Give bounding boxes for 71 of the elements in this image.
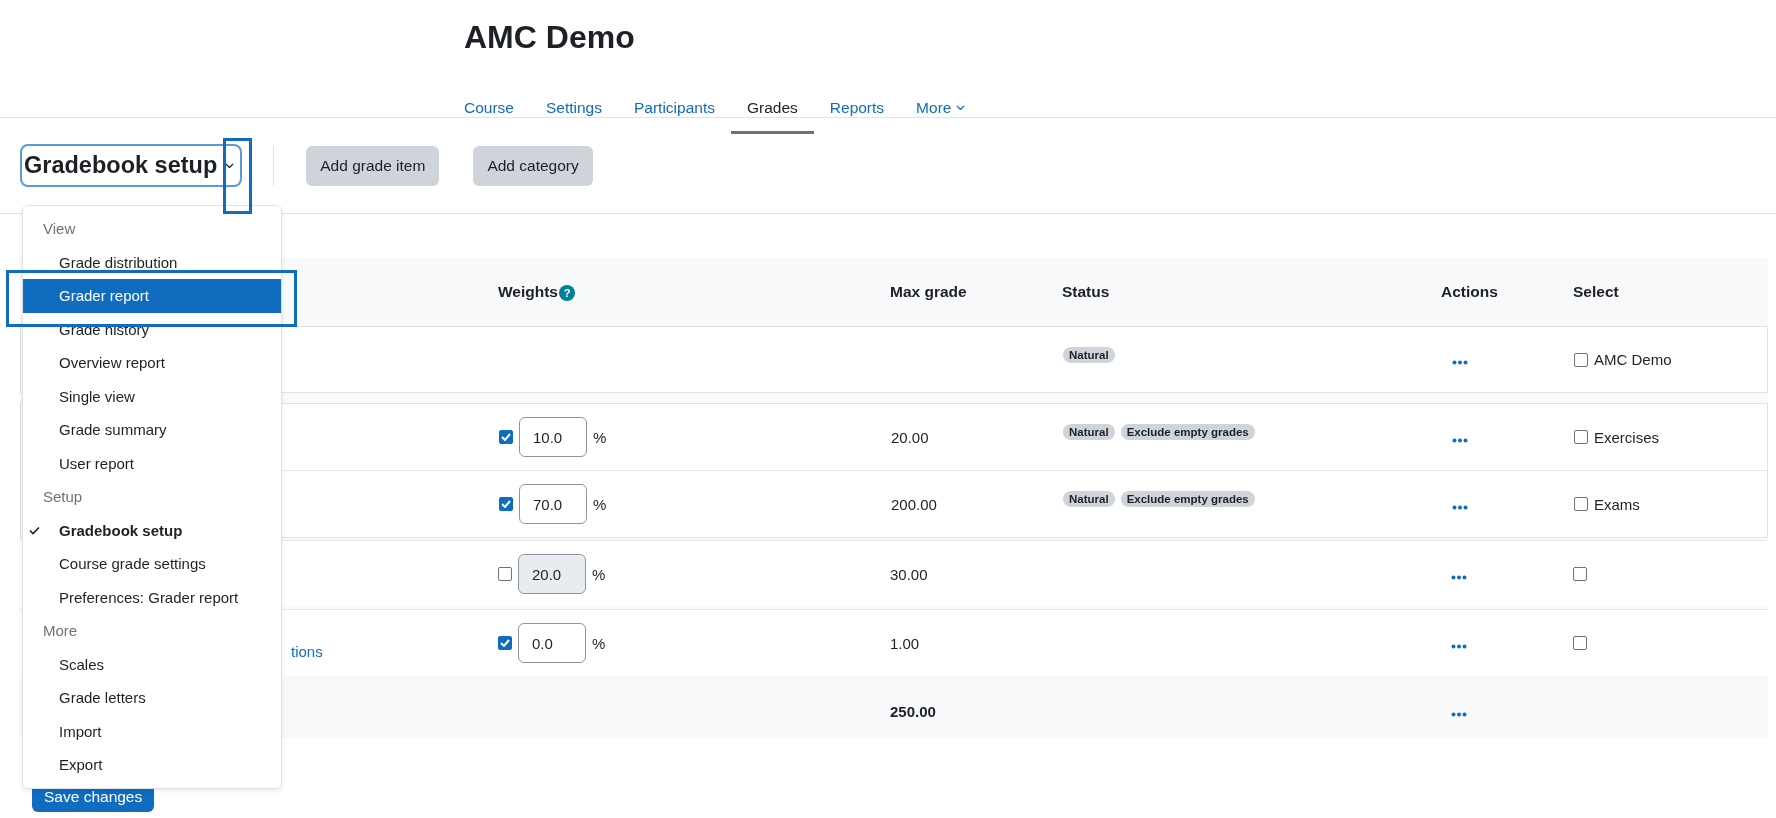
menu-item[interactable]: Overview report xyxy=(23,346,281,380)
max-grade: 30.00 xyxy=(890,565,928,583)
select-label: Exercises xyxy=(1594,428,1660,446)
more-icon[interactable] xyxy=(1452,437,1468,443)
percent-sign: % xyxy=(592,634,606,652)
column-header: Status xyxy=(1061,283,1111,301)
more-icon[interactable] xyxy=(1451,711,1467,717)
course-title: AMC Demo xyxy=(464,18,636,57)
caret-icon xyxy=(225,162,235,169)
toolbar-button[interactable]: Add category xyxy=(473,145,593,186)
nav-tab[interactable]: More xyxy=(900,84,982,134)
checkbox[interactable] xyxy=(1574,352,1588,367)
nav-tab[interactable]: Participants xyxy=(618,84,731,134)
status-badge: Exclude empty grades xyxy=(1120,424,1255,440)
checkbox[interactable] xyxy=(1574,430,1588,444)
menu-item[interactable]: Preferences: Grader report xyxy=(23,580,281,614)
nav-tab[interactable]: Grades xyxy=(730,84,814,134)
column-header: Actions xyxy=(1440,283,1499,301)
more-icon[interactable] xyxy=(1451,643,1467,649)
status-badge: Exclude empty grades xyxy=(1120,491,1255,507)
checkbox[interactable] xyxy=(1574,497,1588,511)
menu-section-header: View xyxy=(42,219,77,239)
percent-sign: % xyxy=(593,428,607,446)
toolbar-button[interactable]: Add grade item xyxy=(306,145,440,186)
checkbox[interactable] xyxy=(499,430,513,444)
menu-item[interactable]: Single view xyxy=(23,379,281,413)
select-label: AMC Demo xyxy=(1594,351,1672,368)
weight-field[interactable]: 0.0 xyxy=(518,623,586,663)
column-header: Weights ? xyxy=(490,283,882,301)
menu-item[interactable]: Gradebook setup xyxy=(23,513,281,547)
status-badge: Natural xyxy=(1063,491,1115,507)
weight-field[interactable]: 10.0 xyxy=(519,417,587,457)
more-icon[interactable] xyxy=(1451,574,1467,580)
menu-item[interactable]: Grade summary xyxy=(23,413,281,447)
menu-item[interactable]: User report xyxy=(23,446,281,480)
weight-field[interactable]: 70.0 xyxy=(519,484,587,524)
nav-tab[interactable]: Reports xyxy=(813,84,901,134)
menu-section-header: More xyxy=(42,621,79,641)
status-badge: Natural xyxy=(1063,424,1115,440)
help-icon[interactable]: ? xyxy=(559,284,575,301)
menu-section-header: Setup xyxy=(42,487,84,507)
nav-tab[interactable]: Settings xyxy=(529,84,618,134)
column-header: Select xyxy=(1572,283,1620,301)
checkbox[interactable] xyxy=(1573,636,1587,650)
more-icon[interactable] xyxy=(1452,360,1468,365)
status-badge: Natural xyxy=(1063,346,1115,363)
menu-item[interactable]: Export xyxy=(23,748,281,782)
menu-item[interactable]: Grade distribution xyxy=(23,245,281,279)
percent-sign: % xyxy=(592,565,606,583)
max-grade: 250.00 xyxy=(890,702,936,720)
select-label: Exams xyxy=(1594,495,1640,513)
checkbox[interactable] xyxy=(498,567,512,581)
max-grade: 20.00 xyxy=(891,428,929,446)
weight-field[interactable]: 20.0 xyxy=(518,554,586,594)
check-icon xyxy=(29,525,40,535)
menu-item[interactable]: Scales xyxy=(23,647,281,681)
percent-sign: % xyxy=(593,495,607,513)
max-grade: 200.00 xyxy=(891,495,937,513)
caret-icon xyxy=(956,104,966,111)
max-grade: 1.00 xyxy=(890,634,920,652)
menu-item[interactable]: Course grade settings xyxy=(23,547,281,581)
nav-tab[interactable]: Course xyxy=(464,84,530,134)
more-icon[interactable] xyxy=(1452,504,1468,510)
menu-item[interactable]: Grader report xyxy=(23,279,281,313)
column-header: Max grade xyxy=(889,283,968,301)
report-selector[interactable]: Gradebook setup xyxy=(20,144,243,187)
menu-item[interactable]: Grade letters xyxy=(23,681,281,715)
menu-item[interactable]: Import xyxy=(23,714,281,748)
checkbox[interactable] xyxy=(499,497,513,511)
checkbox[interactable] xyxy=(498,636,512,650)
checkbox[interactable] xyxy=(1573,567,1587,581)
